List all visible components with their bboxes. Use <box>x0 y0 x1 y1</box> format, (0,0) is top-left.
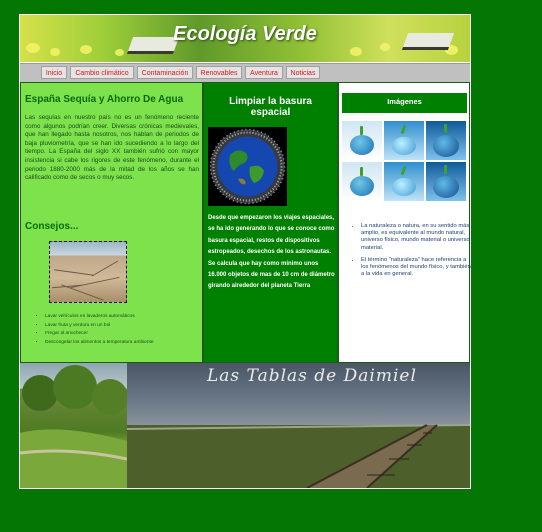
list-item: Fregar al anochecer <box>45 330 154 339</box>
header-banner: Ecología Verde <box>20 15 470 62</box>
drought-heading: España Sequía y Ahorro De Agua <box>25 94 184 105</box>
right-column: Imágenes • La naturaleza o natura, en su… <box>338 82 473 363</box>
image-gallery <box>342 121 466 201</box>
list-item: Lavar fruta y verdura en un bol <box>45 322 154 331</box>
footer-banner: Las Tablas de Daimiel <box>20 363 470 488</box>
nav-link-contaminacion[interactable]: Contaminación <box>137 66 193 79</box>
list-item: Lavar vehículos en lavaderos automáticos <box>45 313 154 322</box>
list-item: La naturaleza o natura, en su sentido má… <box>361 223 473 252</box>
nav-link-cambio-climatico[interactable]: Cambio climático <box>70 66 134 79</box>
wetland-boardwalk-image: Las Tablas de Daimiel <box>126 363 470 488</box>
gallery-image[interactable] <box>384 162 424 201</box>
nav-link-noticias[interactable]: Noticias <box>286 66 320 79</box>
nav-link-renovables[interactable]: Renovables <box>196 66 242 79</box>
middle-column: Limpiar la basura espacial Desde que emp… <box>203 82 338 363</box>
space-debris-paragraph: Desde que empezaron los viajes espaciale… <box>208 215 335 290</box>
nature-list: La naturaleza o natura, en su sentido má… <box>351 223 473 283</box>
list-item: Descongelar los alimentos a temperatura … <box>45 339 154 348</box>
gallery-image[interactable] <box>426 162 466 201</box>
nav-bar: Inicio Cambio climático Contaminación Re… <box>20 63 470 84</box>
site-title: Ecología Verde <box>173 23 317 45</box>
gallery-image[interactable] <box>384 121 424 160</box>
gallery-image[interactable] <box>342 121 382 160</box>
landscape-image <box>20 363 128 488</box>
list-item: El término "naturaleza" hace referencia … <box>361 257 473 279</box>
earth-debris-image <box>208 127 287 206</box>
drought-paragraph: Las sequías en nuestro país no es un fen… <box>25 114 199 182</box>
nav-link-inicio[interactable]: Inicio <box>41 66 67 79</box>
images-heading: Imágenes <box>342 93 467 113</box>
gallery-image[interactable] <box>342 162 382 201</box>
space-debris-heading: Limpiar la basura espacial <box>229 96 312 118</box>
left-column: España Sequía y Ahorro De Agua Las sequí… <box>20 82 203 363</box>
tips-heading: Consejos... <box>25 221 79 232</box>
dry-reservoir-image <box>49 241 127 303</box>
footer-title: Las Tablas de Daimiel <box>207 366 417 386</box>
nav-link-aventura[interactable]: Aventura <box>245 66 283 79</box>
gallery-image[interactable] <box>426 121 466 160</box>
tips-list: Lavar vehículos en lavaderos automáticos… <box>35 313 154 347</box>
page-container: Ecología Verde Inicio Cambio climático C… <box>19 14 471 489</box>
